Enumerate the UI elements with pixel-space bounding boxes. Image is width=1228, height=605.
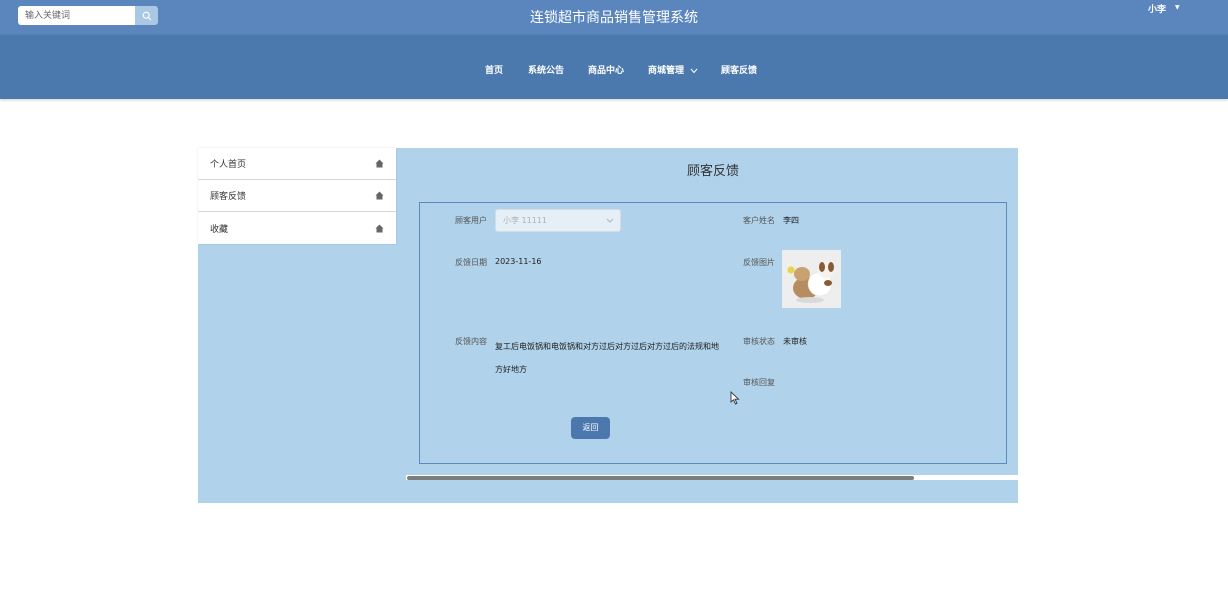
user-caret-icon[interactable]: ▼ — [1175, 4, 1180, 11]
feedback-picture[interactable] — [782, 250, 841, 308]
user-select[interactable]: 小李 11111 — [495, 209, 621, 232]
content-value: 复工后电饭锅和电饭锅和对方过后对方过后对方过后的法规和地方好地方 — [495, 342, 719, 374]
sidebar-item-favorites[interactable]: 收藏 — [198, 212, 396, 244]
dogs-photo-icon — [782, 250, 841, 308]
name-label: 客户姓名 — [743, 216, 775, 225]
content-label: 反馈内容 — [455, 337, 487, 346]
home-icon — [375, 159, 384, 168]
home-icon — [375, 224, 384, 232]
nav-item-notice[interactable]: 系统公告 — [528, 63, 564, 76]
feedback-form — [419, 202, 1007, 464]
sidebar-item-label: 收藏 — [210, 224, 229, 235]
user-menu[interactable]: 小李 — [1148, 2, 1166, 15]
status-label: 审核状态 — [743, 337, 775, 346]
user-select-value: 小李 11111 — [503, 216, 547, 225]
nav-item-feedback[interactable]: 顾客反馈 — [721, 63, 757, 76]
sidebar-item-label: 个人首页 — [210, 160, 247, 170]
date-value: 2023-11-16 — [495, 257, 542, 266]
status-value: 未审核 — [783, 337, 807, 346]
nav-item-home[interactable]: 首页 — [485, 63, 503, 76]
sidebar-item-label: 顾客反馈 — [210, 192, 247, 202]
nav-item-products[interactable]: 商品中心 — [588, 63, 624, 76]
back-button[interactable]: 返回 — [571, 417, 610, 439]
sidebar-menu: 个人首页 顾客反馈 收藏 — [198, 148, 396, 244]
nav-item-mall-manage-label: 商城管理 — [648, 66, 685, 76]
chevron-down-icon — [606, 218, 614, 223]
chevron-down-icon — [690, 68, 698, 73]
picture-label: 反馈图片 — [743, 258, 775, 267]
name-value: 李四 — [783, 216, 799, 225]
nav-item-mall-manage[interactable]: 商城管理 — [648, 63, 698, 76]
page-title: 顾客反馈 — [686, 164, 739, 179]
reply-label: 审核回复 — [743, 378, 775, 387]
main-nav: 首页 系统公告 商品中心 商城管理 顾客反馈 — [0, 35, 1228, 99]
user-label: 顾客用户 — [455, 216, 487, 225]
sidebar-item-feedback[interactable]: 顾客反馈 — [198, 180, 396, 212]
mouse-cursor-icon — [730, 391, 740, 405]
scrollbar-thumb[interactable] — [407, 476, 914, 480]
site-title: 连锁超市商品销售管理系统 — [530, 10, 698, 26]
home-icon — [375, 191, 384, 200]
date-label: 反馈日期 — [455, 258, 487, 267]
sidebar-item-profile[interactable]: 个人首页 — [198, 148, 396, 180]
